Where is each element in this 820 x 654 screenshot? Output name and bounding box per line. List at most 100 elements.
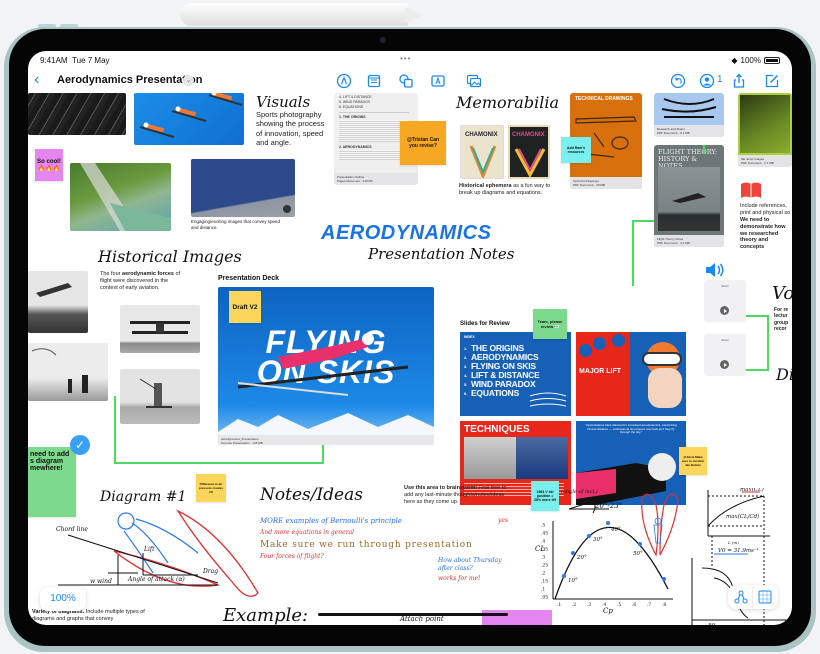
- svg-text:CHAMONIX: CHAMONIX: [465, 132, 498, 138]
- biplane-historical-photo[interactable]: [120, 305, 200, 353]
- visuals-heading: Visuals: [256, 93, 311, 111]
- diagram-label: w wind: [90, 578, 112, 585]
- note-icon[interactable]: [366, 73, 382, 89]
- references-note: Include references, print and physical s…: [740, 203, 791, 251]
- sticky-air-pressure[interactable]: Difference in air pressure creates lift: [196, 474, 226, 502]
- example-sub: Attach point: [400, 615, 444, 623]
- y-tick-label: .15: [541, 579, 548, 585]
- sticky-add-resources[interactable]: Add Ram's resources: [561, 137, 591, 163]
- y-tick-label: .05: [541, 595, 548, 601]
- x-tick-label: .2: [572, 602, 576, 608]
- wifi-icon: ◆: [731, 56, 738, 65]
- graph-point: [662, 577, 666, 581]
- sticky-so-cool[interactable]: So cool! 🔥🔥🔥: [35, 149, 63, 181]
- grid-icon[interactable]: [758, 590, 772, 609]
- sticky-tristan[interactable]: @Tristan Can you revise?: [400, 121, 446, 165]
- shapes-icon[interactable]: [398, 73, 414, 89]
- glider-historical-photo[interactable]: [28, 271, 88, 333]
- board-subtitle: Presentation Notes: [368, 245, 515, 263]
- x-tick-label: .8: [662, 602, 666, 608]
- collaborators-count: 1: [717, 74, 723, 85]
- presentation-deck-label: Presentation Deck: [218, 275, 280, 282]
- slide-major-lift[interactable]: MAJOR LIFT: [576, 332, 686, 416]
- graph2-speed-label: V0 = 31.9ms⁻¹: [718, 547, 759, 554]
- audio-clip[interactable]: Memo: [704, 280, 746, 322]
- y-tick-label: .4: [541, 539, 545, 545]
- notes-intro: Use this area to brainstorm! Feel free t…: [404, 485, 507, 505]
- diagram-label: Chord line: [56, 526, 88, 533]
- poster-chamonix-mont-blanc[interactable]: CHAMONIX: [508, 125, 550, 179]
- sticky-draft[interactable]: Draft V2: [229, 291, 261, 323]
- scroll-bar[interactable]: [318, 613, 508, 616]
- x-tick-label: .5: [617, 602, 621, 608]
- y-tick-label: .45: [541, 531, 548, 537]
- board-canvas[interactable]: Visuals Sports photography showing the p…: [28, 93, 792, 625]
- historical-caption: The four aerodynamic forces of flight we…: [100, 271, 181, 291]
- x-axis-label: Cp: [603, 607, 613, 615]
- checkmark-icon[interactable]: ✓: [70, 435, 90, 455]
- memorabilia-heading: Memorabilia: [456, 93, 559, 112]
- audio-clip[interactable]: Memo: [704, 334, 746, 376]
- slide-index[interactable]: INDEX 1. THE ORIGINS 2. AERODYNAMICS 3. FLY…: [460, 332, 571, 416]
- poster-chamonix-ski-jumping[interactable]: CHAMONIX: [460, 125, 504, 179]
- photo-icon[interactable]: [466, 73, 482, 89]
- play-icon[interactable]: [720, 360, 729, 369]
- x-tick-label: .4: [602, 602, 606, 608]
- ski-jump-venue-image[interactable]: [70, 163, 171, 231]
- connector-line: [703, 145, 705, 153]
- diagram-label: Drag: [202, 568, 218, 575]
- example-heading: Example:: [223, 605, 309, 625]
- video-thumbnail[interactable]: [191, 159, 295, 217]
- battery-icon: [764, 57, 780, 64]
- collaborators-icon[interactable]: [699, 73, 715, 89]
- graph2-mid-label: max(CL/Cd): [726, 513, 759, 520]
- wireframe-image[interactable]: [28, 93, 126, 135]
- bottom-controls: [728, 585, 778, 609]
- zoom-level-button[interactable]: 100%: [40, 587, 86, 611]
- angle-label: (angle of incl.): [561, 488, 598, 495]
- slides-review-label: Slides for Review: [460, 321, 510, 327]
- reply-thursday: How about Thursday after class?: [438, 557, 502, 572]
- point-label: 20°: [576, 555, 587, 561]
- wing-outline-sketch: [641, 493, 679, 557]
- connector-icon[interactable]: [734, 590, 748, 609]
- parachute-historical-photo[interactable]: [28, 343, 108, 401]
- compose-icon[interactable]: [764, 73, 780, 89]
- point-label: 10°: [568, 578, 578, 584]
- ski-jumpers-image[interactable]: [134, 93, 244, 145]
- diagram-label: Angle of attack (α): [127, 576, 185, 583]
- multitasking-dots[interactable]: •••: [400, 54, 411, 63]
- undo-icon[interactable]: [670, 73, 686, 89]
- flight-theory-document[interactable]: FLIGHT THEORY: HISTORY & NOTES Flight Th…: [654, 145, 724, 247]
- sticky-team-review[interactable]: Team, please review 👀: [533, 309, 567, 339]
- board-title[interactable]: Aerodynamics Presentation: [57, 74, 203, 86]
- book-icon: [740, 181, 762, 204]
- y-tick-label: .3: [541, 555, 545, 561]
- voice-caption: For re lectur group recor: [774, 307, 789, 332]
- play-icon[interactable]: [283, 205, 291, 213]
- sticky-alicia[interactable]: @Alicia Make sure to mention Jan Boklov: [679, 447, 707, 475]
- graph-point: [606, 521, 610, 525]
- y-tick-label: .25: [541, 563, 548, 569]
- front-camera: [380, 37, 386, 43]
- text-box-icon[interactable]: [430, 73, 446, 89]
- graph-point: [562, 574, 566, 578]
- video-caption: Engaging/exciting images that convey spe…: [191, 219, 281, 230]
- back-button[interactable]: ‹: [34, 71, 39, 89]
- connector-line: [745, 315, 769, 371]
- status-bar: 9:41AM Tue 7 May ••• ◆ 100%: [28, 51, 792, 69]
- pen-circle-icon[interactable]: [336, 73, 352, 89]
- notes-list: MORE examples of Bernoulli's principle A…: [260, 515, 473, 563]
- research-scans-document[interactable]: Research and Scans PDF Document · 8.1 MB: [654, 93, 724, 137]
- connector-line: [632, 220, 654, 222]
- graph-point: [571, 551, 575, 555]
- play-icon[interactable]: [720, 306, 729, 315]
- chevron-down-icon[interactable]: ⌄: [183, 75, 194, 86]
- share-icon[interactable]: [731, 73, 747, 89]
- ski-jump-green-document[interactable]: Ski Jump Images PDF Document · 2.1 MB: [738, 93, 792, 167]
- y-tick-label: .5: [541, 523, 545, 529]
- freeform-app-screen: 9:41AM Tue 7 May ••• ◆ 100% ‹ Aerodynami…: [28, 51, 792, 625]
- y-tick-label: .35: [541, 547, 548, 553]
- notes-heading: Notes/Ideas: [260, 485, 363, 505]
- reply-yes: yes: [498, 517, 509, 524]
